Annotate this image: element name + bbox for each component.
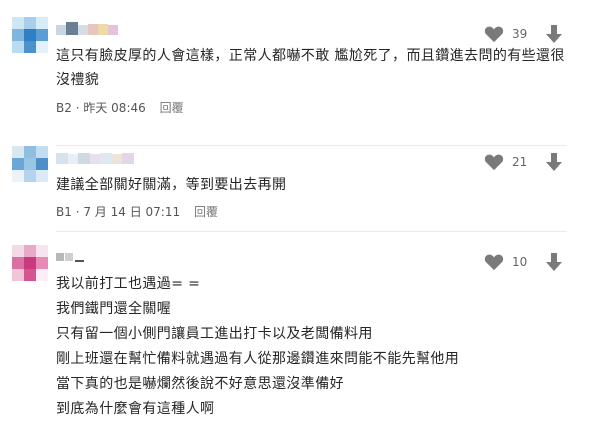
comment-text-line: 沒禮貌 [56,72,100,88]
author-name[interactable] [56,250,86,264]
comment-text-line: 當下真的也是嚇爛然後說不好意思還沒準備好 [56,376,344,392]
comment-item: 這只有臉皮厚的人會這樣，正常人都嚇不敢 尷尬死了，而且鑽進去問的有些還很 沒禮貌… [0,0,611,146]
like-count: 39 [512,27,528,41]
arrow-down-icon[interactable] [544,152,564,172]
comment-text-line: 我們鐵門還全關喔 [56,301,172,317]
arrow-down-icon[interactable] [544,252,564,272]
heart-icon[interactable] [484,153,504,171]
timestamp: 昨天 08:46 [83,101,146,115]
comment-text-line: 只有留一個小側門讓員工進出打卡以及老闆備料用 [56,326,373,342]
comment-meta: B2 · 昨天 08:46 回覆 [56,100,184,116]
reply-button[interactable]: 回覆 [160,101,184,115]
avatar[interactable] [12,17,48,53]
meta-separator: · [75,205,80,219]
author-name[interactable] [56,22,122,36]
comment-text-line: 建議全部關好關滿，等到要出去再開 [56,177,287,193]
reply-button[interactable]: 回覆 [194,205,218,219]
meta-separator: · [75,101,80,115]
comment-item: 建議全部關好關滿，等到要出去再開 B1 · 7 月 14 日 07:11 回覆 … [0,146,611,232]
comment-text-line: 我以前打工也遇過= = [56,276,201,292]
comment-item: 我以前打工也遇過= = 我們鐵門還全關喔 只有留一個小側門讓員工進出打卡以及老闆… [0,232,611,431]
like-count: 10 [512,255,528,269]
comment-text-line: 這只有臉皮厚的人會這樣，正常人都嚇不敢 尷尬死了，而且鑽進去問的有些還很 [56,48,565,64]
comment-text-line: 剛上班還在幫忙備料就遇過有人從那邊鑽進來問能不能先幫他用 [56,351,460,367]
comment-meta: B1 · 7 月 14 日 07:11 回覆 [56,204,218,220]
floor-label: B2 [56,101,72,115]
floor-label: B1 [56,205,72,219]
avatar[interactable] [12,245,48,281]
arrow-down-icon[interactable] [544,24,564,44]
author-name[interactable] [56,151,136,165]
heart-icon[interactable] [484,25,504,43]
avatar[interactable] [12,146,48,182]
like-count: 21 [512,155,528,169]
comment-text-line: 到底為什麼會有這種人啊 [56,401,215,417]
heart-icon[interactable] [484,253,504,271]
timestamp: 7 月 14 日 07:11 [83,205,181,219]
